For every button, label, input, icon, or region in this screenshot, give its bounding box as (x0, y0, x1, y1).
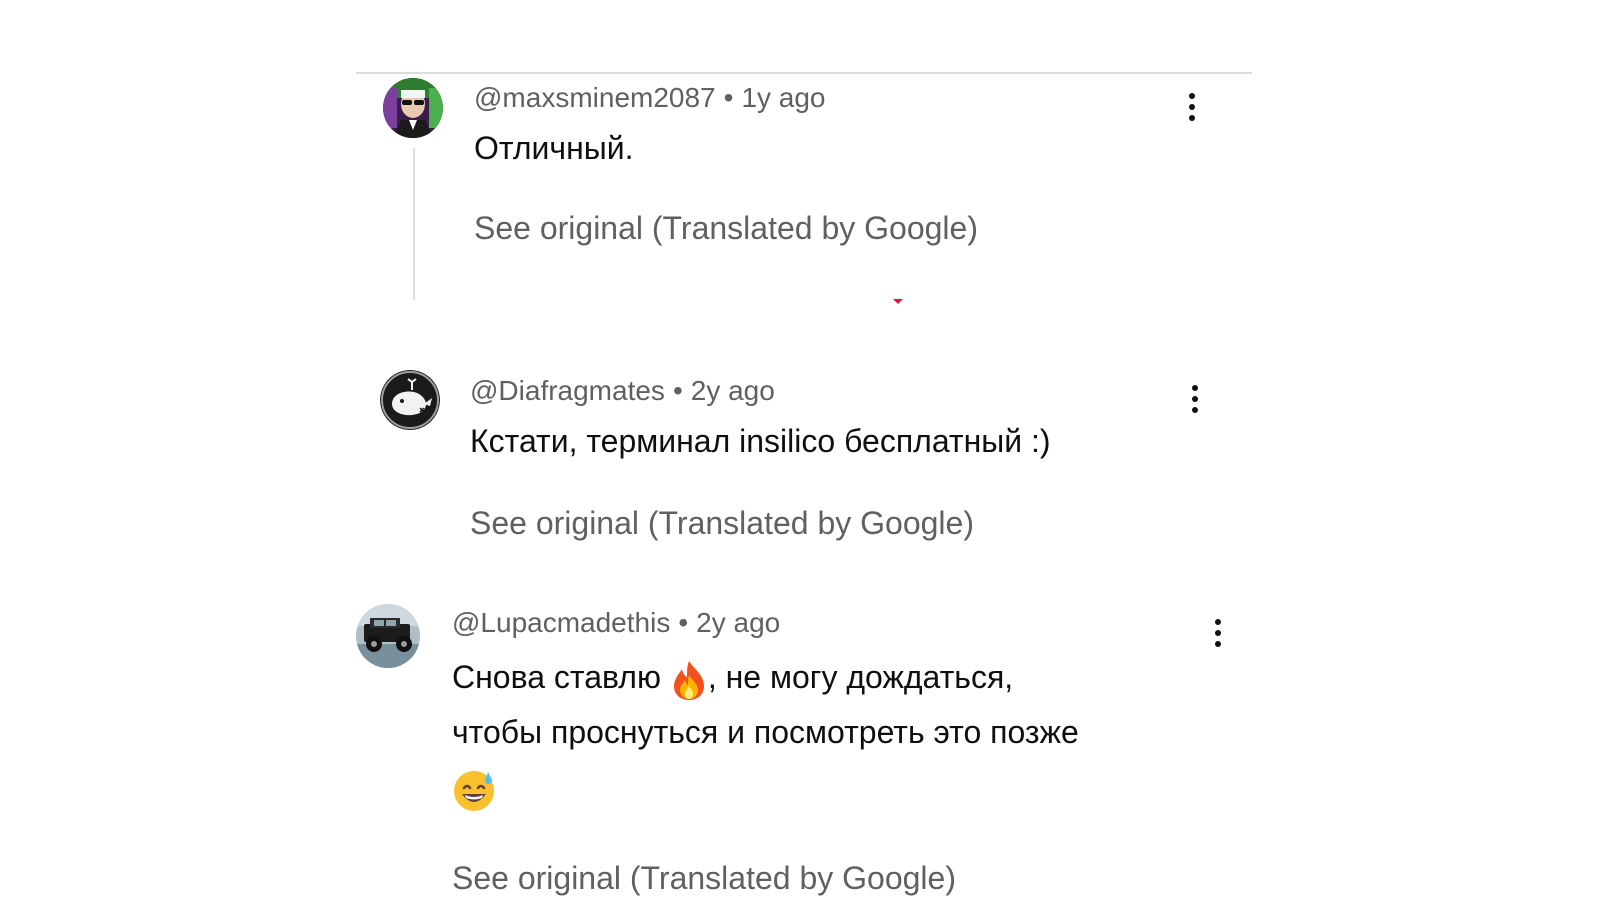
comment-text-line: Кстати, терминал insilico бесплатный :) (470, 423, 1051, 459)
fire-emoji-icon (673, 660, 704, 700)
grinning-sweat-emoji-icon (454, 770, 494, 811)
comment-text-segment: Снова ставлю (452, 659, 670, 695)
comment-text-line: чтобы проснуться и посмотреть это позже (452, 714, 1079, 750)
comment-text-segment: , не могу дождаться, (707, 659, 1014, 695)
thread-line (413, 148, 415, 300)
comment-author[interactable]: @maxsminem2087 (474, 82, 716, 113)
avatar[interactable] (380, 370, 440, 430)
avatar[interactable] (356, 604, 420, 668)
comment-text-line (452, 760, 1079, 815)
comment-text: Снова ставлю , не могу дождаться, чтобы … (452, 650, 1079, 815)
man-in-sunglasses-avatar-icon (383, 78, 443, 138)
comment-meta: @Diafragmates • 2y ago (470, 375, 775, 407)
whale-avatar-icon (380, 370, 440, 430)
comment-time[interactable]: 2y ago (691, 375, 775, 406)
comment-text-line: Отличный. (474, 130, 634, 166)
red-indicator (893, 299, 903, 304)
comment-meta: @Lupacmadethis • 2y ago (452, 607, 780, 639)
more-options-button[interactable] (1182, 90, 1202, 126)
separator-dot: • (723, 82, 734, 113)
avatar[interactable] (383, 78, 443, 138)
comment-meta: @maxsminem2087 • 1y ago (474, 82, 826, 114)
more-options-button[interactable] (1185, 382, 1205, 418)
comment-text: Отличный. (474, 121, 634, 176)
see-original-link[interactable]: See original (Translated by Google) (470, 505, 974, 542)
comment-author[interactable]: @Diafragmates (470, 375, 665, 406)
separator-dot: • (678, 607, 689, 638)
jeep-avatar-icon (356, 604, 420, 668)
comment-author[interactable]: @Lupacmadethis (452, 607, 670, 638)
comment-text: Кстати, терминал insilico бесплатный :) (470, 414, 1051, 469)
comment-text-line: Снова ставлю , не могу дождаться, (452, 650, 1079, 705)
comments-page: @maxsminem2087 • 1y ago Отличный. See orig… (0, 0, 1600, 900)
comment-time[interactable]: 2y ago (696, 607, 780, 638)
top-divider (356, 72, 1252, 74)
separator-dot: • (672, 375, 683, 406)
more-options-button[interactable] (1208, 616, 1228, 652)
see-original-link[interactable]: See original (Translated by Google) (452, 860, 956, 897)
comment-time[interactable]: 1y ago (741, 82, 825, 113)
see-original-link[interactable]: See original (Translated by Google) (474, 210, 978, 247)
